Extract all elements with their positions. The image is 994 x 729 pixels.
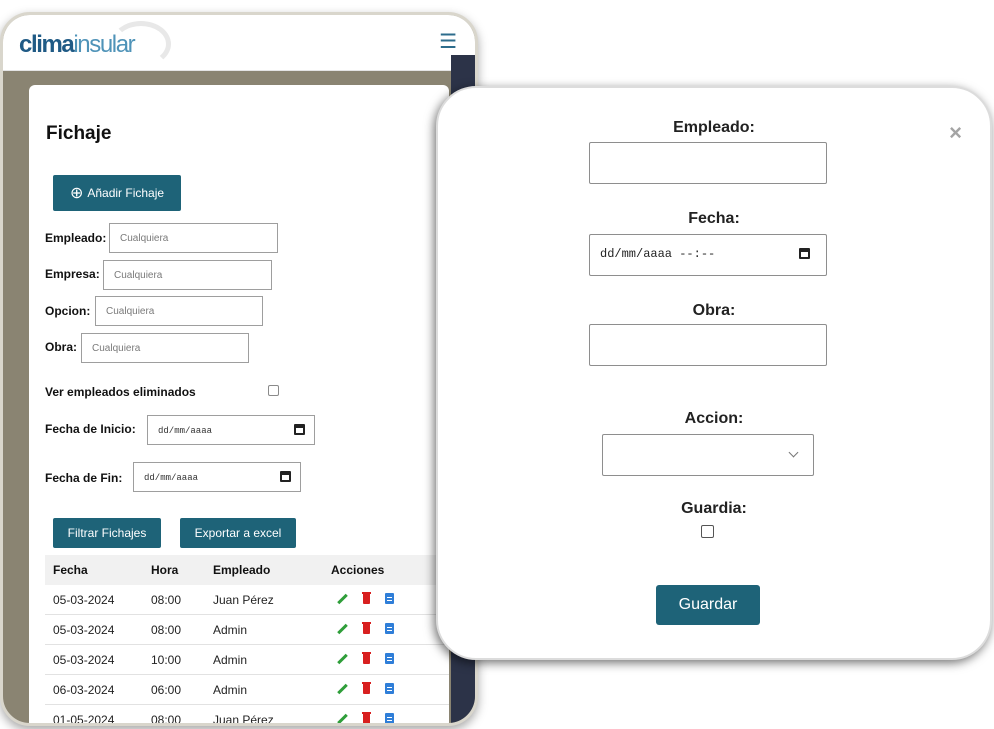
ver-eliminados-checkbox[interactable]	[268, 385, 279, 396]
cell-fecha: 01-05-2024	[53, 713, 115, 726]
edit-icon[interactable]	[337, 714, 347, 723]
mobile-app-screen: climainsular ☰ Fichaje ⊕ Añadir Fichaje …	[0, 12, 478, 726]
save-button[interactable]: Guardar	[656, 585, 760, 625]
top-navbar: climainsular ☰	[3, 15, 475, 71]
calendar-icon[interactable]	[294, 424, 305, 435]
header-fecha: Fecha	[53, 563, 88, 577]
fecha-inicio-value: dd/mm/aaaa	[158, 426, 213, 436]
cell-hora: 08:00	[151, 623, 182, 637]
add-fichaje-button[interactable]: ⊕ Añadir Fichaje	[53, 175, 181, 211]
header-acciones: Acciones	[331, 563, 385, 577]
edit-icon[interactable]	[337, 684, 347, 694]
trash-icon[interactable]	[362, 652, 371, 664]
fecha-inicio-label: Fecha de Inicio:	[45, 422, 136, 436]
trash-icon[interactable]	[362, 712, 371, 723]
cell-fecha: 06-03-2024	[53, 683, 115, 697]
filter-empresa-input[interactable]: Cualquiera	[103, 260, 272, 290]
ver-eliminados-label: Ver empleados eliminados	[45, 385, 196, 399]
fecha-fin-label: Fecha de Fin:	[45, 471, 123, 485]
header-hora: Hora	[151, 563, 179, 577]
page-title: Fichaje	[46, 123, 112, 144]
cell-hora: 10:00	[151, 653, 182, 667]
cell-empleado: Admin	[213, 683, 248, 697]
edit-icon[interactable]	[337, 654, 347, 664]
cell-fecha: 05-03-2024	[53, 623, 115, 637]
cell-hora: 06:00	[151, 683, 182, 697]
filter-empresa-label: Empresa:	[45, 267, 100, 281]
fichaje-modal: × Empleado: Fecha: dd/mm/aaaa --:-- Obra…	[436, 86, 992, 660]
modal-guardia-label: Guardia:	[681, 500, 747, 517]
document-icon[interactable]	[385, 623, 394, 634]
table-row: 01-05-2024 08:00 Juan Pérez	[45, 705, 449, 726]
trash-icon[interactable]	[362, 622, 371, 634]
app-logo[interactable]: climainsular	[19, 31, 136, 59]
table-row: 05-03-2024 08:00 Juan Pérez	[45, 585, 449, 615]
edit-icon[interactable]	[337, 594, 347, 604]
filter-opcion-input[interactable]: Cualquiera	[95, 296, 263, 326]
fichaje-panel: Fichaje ⊕ Añadir Fichaje Empleado: Cualq…	[29, 85, 449, 726]
modal-accion-label: Accion:	[684, 410, 744, 427]
hamburger-icon[interactable]: ☰	[439, 29, 457, 54]
filter-obra-label: Obra:	[45, 340, 78, 354]
modal-fecha-label: Fecha:	[688, 210, 740, 227]
cell-empleado: Admin	[213, 653, 248, 667]
filter-empleado-label: Empleado:	[45, 231, 107, 245]
modal-fecha-value: dd/mm/aaaa --:--	[600, 247, 716, 261]
filter-obra-input[interactable]: Cualquiera	[81, 333, 249, 363]
cell-empleado: Admin	[213, 623, 248, 637]
add-fichaje-label: Añadir Fichaje	[87, 186, 165, 200]
cell-hora: 08:00	[151, 713, 182, 726]
trash-icon[interactable]	[362, 592, 371, 604]
logo-text-clima: clima	[19, 31, 75, 58]
export-excel-button[interactable]: Exportar a excel	[180, 518, 296, 548]
filter-opcion-label: Opcion:	[45, 304, 91, 318]
plus-circle-icon: ⊕	[69, 185, 84, 202]
calendar-icon[interactable]	[799, 248, 810, 259]
table-row: 06-03-2024 06:00 Admin	[45, 675, 449, 705]
table-row: 05-03-2024 10:00 Admin	[45, 645, 449, 675]
edit-icon[interactable]	[337, 624, 347, 634]
cell-fecha: 05-03-2024	[53, 653, 115, 667]
modal-obra-label: Obra:	[692, 302, 736, 319]
fecha-inicio-input[interactable]: dd/mm/aaaa	[147, 415, 315, 445]
filter-button[interactable]: Filtrar Fichajes	[53, 518, 161, 548]
cell-empleado: Juan Pérez	[213, 713, 274, 726]
modal-empleado-input[interactable]	[589, 142, 827, 184]
cell-hora: 08:00	[151, 593, 182, 607]
fecha-fin-input[interactable]: dd/mm/aaaa	[133, 462, 301, 492]
document-icon[interactable]	[385, 653, 394, 664]
modal-fecha-input[interactable]: dd/mm/aaaa --:--	[589, 234, 827, 276]
cell-empleado: Juan Pérez	[213, 593, 274, 607]
document-icon[interactable]	[385, 713, 394, 723]
filter-empleado-input[interactable]: Cualquiera	[109, 223, 278, 253]
trash-icon[interactable]	[362, 682, 371, 694]
document-icon[interactable]	[385, 593, 394, 604]
table-header: Fecha Hora Empleado Acciones	[45, 555, 449, 585]
table-row: 05-03-2024 08:00 Admin	[45, 615, 449, 645]
modal-empleado-label: Empleado:	[673, 119, 755, 136]
modal-obra-input[interactable]	[589, 324, 827, 366]
chevron-down-icon	[788, 447, 799, 458]
logo-text-insular: insular	[73, 31, 135, 58]
document-icon[interactable]	[385, 683, 394, 694]
modal-accion-select[interactable]	[602, 434, 814, 476]
header-empleado: Empleado	[213, 563, 271, 577]
calendar-icon[interactable]	[280, 471, 291, 482]
fecha-fin-value: dd/mm/aaaa	[144, 473, 199, 483]
cell-fecha: 05-03-2024	[53, 593, 115, 607]
guardia-checkbox[interactable]	[701, 525, 714, 538]
